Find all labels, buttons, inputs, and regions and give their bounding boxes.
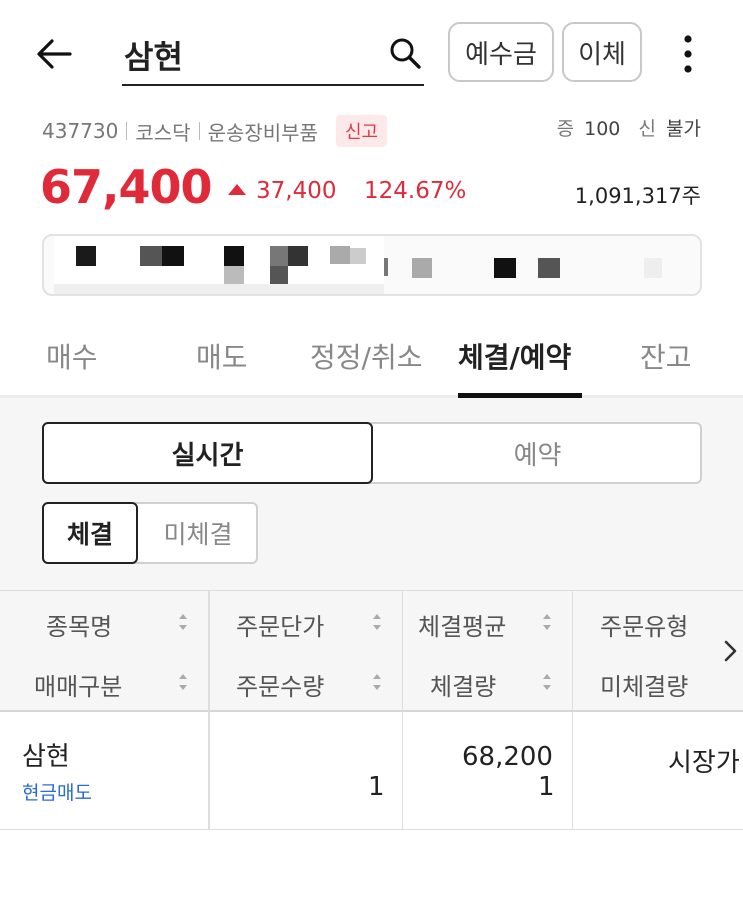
back-arrow-icon[interactable] <box>32 32 76 76</box>
segment-filled[interactable]: 체결 <box>42 502 138 564</box>
search-icon[interactable] <box>388 36 422 70</box>
credit-label: 신 <box>638 118 656 140</box>
column-divider <box>208 591 210 711</box>
pixel-block <box>412 258 432 278</box>
chevron-right-icon[interactable] <box>720 638 740 664</box>
transfer-button[interactable]: 이체 <box>562 22 642 82</box>
credit-value: 불가 <box>666 118 701 140</box>
table-header: 종목명 주문단가 체결평균 주문유형 매매구분 주문수량 체결량 미체결량 <box>0 590 743 712</box>
tab-fills-reservations[interactable]: 체결/예약 <box>458 336 571 376</box>
market-name: 코스닥 <box>135 120 191 145</box>
pixel-block <box>224 246 244 266</box>
price-change: 37,400 <box>228 178 336 204</box>
row-fill-qty: 1 <box>538 772 555 802</box>
search-input-value[interactable]: 삼현 <box>124 32 183 78</box>
col-unfilled-qty[interactable]: 미체결량 <box>600 667 688 702</box>
tab-buy[interactable]: 매수 <box>46 336 98 376</box>
column-divider <box>572 591 573 711</box>
filled-unfilled-toggle: 체결 미체결 <box>42 502 258 564</box>
price-change-percent: 124.67% <box>364 178 467 204</box>
row-stock-name: 삼현 <box>22 742 70 772</box>
row-trade-type: 현금매도 <box>22 782 92 804</box>
current-price: 67,400 <box>40 160 213 214</box>
segment-unfilled[interactable]: 미체결 <box>138 504 258 562</box>
col-fill-qty[interactable]: 체결량 <box>430 667 496 702</box>
pixelated-banner[interactable] <box>42 234 702 296</box>
new-listing-badge: 신고 <box>335 115 388 147</box>
stock-code: 437730 <box>42 119 119 143</box>
col-order-price[interactable]: 주문단가 <box>236 607 324 642</box>
divider <box>126 122 128 140</box>
row-order-qty: 1 <box>368 772 385 802</box>
pixel-block <box>350 248 366 264</box>
pixel-block <box>384 258 388 276</box>
sector-name: 운송장비부품 <box>207 120 318 145</box>
pixel-block <box>270 246 288 266</box>
margin-label: 증 <box>556 118 575 140</box>
pixel-block <box>644 258 662 278</box>
pixel-block <box>162 246 184 266</box>
price-change-value: 37,400 <box>256 178 337 204</box>
deposit-button[interactable]: 예수금 <box>448 22 554 82</box>
tab-modify-cancel[interactable]: 정정/취소 <box>310 336 422 376</box>
pixel-block <box>76 246 96 266</box>
pixel-block <box>54 284 384 294</box>
realtime-reservation-toggle: 실시간 예약 <box>42 422 702 484</box>
row-order-type: 시장가 <box>668 748 740 778</box>
pixel-block <box>494 258 516 278</box>
up-triangle-icon <box>228 183 246 195</box>
column-divider <box>402 712 403 829</box>
row-avg-fill: 68,200 <box>462 742 553 772</box>
app-header: 삼현 예수금 이체 <box>0 0 743 105</box>
column-divider <box>208 712 210 829</box>
stock-search-field[interactable]: 삼현 <box>122 26 424 86</box>
sort-icon[interactable] <box>178 671 188 693</box>
sort-icon[interactable] <box>372 611 382 633</box>
pixel-block <box>288 246 308 266</box>
margin-value: 100 <box>584 118 621 140</box>
col-stock-name[interactable]: 종목명 <box>46 607 112 642</box>
more-menu-icon[interactable] <box>672 30 704 78</box>
col-order-qty[interactable]: 주문수량 <box>236 667 324 702</box>
pixel-block <box>538 258 560 278</box>
column-divider <box>572 712 573 829</box>
segment-reservation[interactable]: 예약 <box>373 424 702 482</box>
pixel-block <box>140 246 162 266</box>
table-row[interactable]: 삼현 현금매도 1 68,200 1 시장가 <box>0 712 743 830</box>
sort-icon[interactable] <box>542 611 552 633</box>
col-avg-fill[interactable]: 체결평균 <box>418 607 506 642</box>
segment-realtime[interactable]: 실시간 <box>42 422 373 484</box>
pixel-block <box>270 266 288 284</box>
sort-icon[interactable] <box>372 671 382 693</box>
pixel-block <box>224 266 244 284</box>
tab-balance[interactable]: 잔고 <box>640 336 692 376</box>
col-trade-type[interactable]: 매매구분 <box>34 667 122 702</box>
divider <box>198 122 200 140</box>
pixel-block <box>330 246 350 264</box>
sort-icon[interactable] <box>178 611 188 633</box>
trade-volume: 1,091,317주 <box>574 184 701 208</box>
order-tabs: 매수 매도 정정/취소 체결/예약 잔고 <box>0 322 743 398</box>
margin-credit-info: 증 100 신 불가 <box>557 114 701 141</box>
tab-sell[interactable]: 매도 <box>196 336 248 376</box>
column-divider <box>402 591 403 711</box>
filter-area: 실시간 예약 체결 미체결 <box>0 398 743 590</box>
stock-meta: 437730 코스닥 운송장비부품 신고 <box>42 115 388 147</box>
col-order-type[interactable]: 주문유형 <box>600 607 688 642</box>
sort-icon[interactable] <box>542 671 552 693</box>
